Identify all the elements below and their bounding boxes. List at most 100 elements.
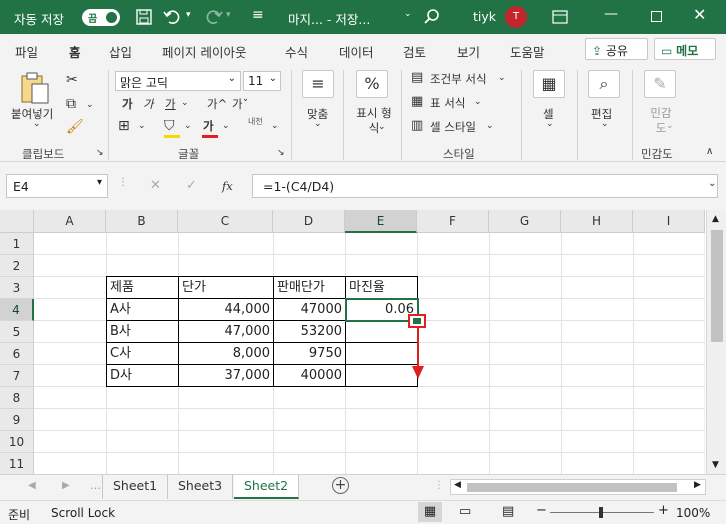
- phonetic-button[interactable]: 내천: [248, 116, 263, 127]
- align-dropdown-icon[interactable]: ⌄: [314, 119, 322, 129]
- resize-handle-icon[interactable]: ⋮: [118, 177, 128, 188]
- sensitivity-dropdown-icon[interactable]: ⌄: [666, 121, 674, 131]
- cancel-icon[interactable]: ✕: [150, 178, 161, 193]
- worksheet-grid[interactable]: A B C D E F G H I 1 2 3 4 5 6 7 8 9 10 1…: [0, 210, 726, 475]
- paste-dropdown-icon[interactable]: ⌄: [33, 119, 41, 129]
- font-launcher-icon[interactable]: ↘: [277, 148, 285, 158]
- title-dropdown-icon[interactable]: ⌄: [404, 9, 412, 19]
- border-dropdown-icon[interactable]: ⌄: [138, 121, 146, 131]
- conditional-format-button[interactable]: 조건부 서식: [430, 71, 487, 87]
- col-header-a[interactable]: A: [34, 210, 106, 233]
- horizontal-scrollbar[interactable]: ◀ ▶: [450, 479, 706, 495]
- zoom-slider-thumb[interactable]: [599, 507, 603, 518]
- find-icon[interactable]: ⌕: [588, 70, 620, 98]
- tab-insert[interactable]: 삽입: [109, 42, 132, 61]
- tab-view[interactable]: 보기: [457, 42, 480, 61]
- share-button[interactable]: ⇪ 공유: [585, 38, 648, 60]
- increase-font-button[interactable]: 가^: [207, 96, 227, 112]
- col-header-d[interactable]: D: [273, 210, 345, 233]
- bold-button[interactable]: 가: [122, 96, 133, 112]
- memo-button[interactable]: ▭ 메모: [654, 38, 716, 60]
- underline-button[interactable]: 가: [165, 96, 176, 112]
- cell-b7[interactable]: D사: [107, 365, 179, 387]
- chevron-down-icon[interactable]: ⌄: [474, 97, 482, 107]
- cell-c4[interactable]: 44,000: [179, 299, 274, 321]
- edit-dropdown-icon[interactable]: ⌄: [601, 119, 609, 129]
- collapse-ribbon-icon[interactable]: ∧: [706, 146, 713, 157]
- copy-dropdown-icon[interactable]: ⌄: [86, 100, 94, 110]
- normal-view-icon[interactable]: ▦: [418, 502, 442, 522]
- tab-data[interactable]: 데이터: [339, 42, 374, 61]
- cell-d4[interactable]: 47000: [274, 299, 346, 321]
- table-format-icon[interactable]: ▦: [411, 94, 423, 109]
- conditional-format-icon[interactable]: ▤: [411, 70, 423, 85]
- tab-home[interactable]: 홈: [68, 42, 82, 67]
- row-header-3[interactable]: 3: [0, 277, 34, 299]
- cell-style-icon[interactable]: ▥: [411, 118, 423, 133]
- redo-dropdown-icon[interactable]: ▾: [226, 10, 231, 20]
- sheet-tab-sheet2[interactable]: Sheet2: [234, 475, 300, 499]
- next-sheet-icon[interactable]: ▶: [62, 480, 70, 491]
- more-sheets-icon[interactable]: …: [90, 479, 101, 492]
- cells-dropdown-icon[interactable]: ⌄: [546, 119, 554, 129]
- sheet-tab-sheet3[interactable]: Sheet3: [168, 475, 234, 499]
- percent-icon[interactable]: %: [356, 70, 388, 98]
- sheet-tab-sheet1[interactable]: Sheet1: [102, 475, 169, 499]
- fill-handle-highlight[interactable]: [408, 314, 426, 328]
- italic-button[interactable]: 가: [143, 96, 154, 112]
- cell-c3[interactable]: 단가: [179, 277, 274, 299]
- cell-b5[interactable]: B사: [107, 321, 179, 343]
- row-header-11[interactable]: 11: [0, 453, 34, 475]
- fill-color-icon[interactable]: ⛉: [164, 118, 175, 134]
- chevron-down-icon[interactable]: ⌄: [486, 121, 494, 131]
- select-all-corner[interactable]: [0, 210, 34, 233]
- zoom-in-icon[interactable]: +: [658, 503, 669, 518]
- cells-icon[interactable]: ▦: [533, 70, 565, 98]
- save-icon[interactable]: [136, 9, 152, 25]
- fill-dropdown-icon[interactable]: ⌄: [184, 121, 192, 131]
- row-header-4[interactable]: 4: [0, 299, 34, 321]
- tab-file[interactable]: 파일: [15, 42, 38, 61]
- chevron-down-icon[interactable]: ⌄: [498, 73, 506, 83]
- row-header-2[interactable]: 2: [0, 255, 34, 277]
- font-size-select[interactable]: 11 ⌄: [243, 71, 281, 91]
- avatar[interactable]: T: [505, 6, 527, 28]
- tab-review[interactable]: 검토: [403, 42, 426, 61]
- col-header-i[interactable]: I: [633, 210, 705, 233]
- decrease-font-button[interactable]: 가ˇ: [232, 96, 248, 112]
- paste-icon[interactable]: [20, 72, 50, 104]
- redo-icon[interactable]: [203, 8, 223, 26]
- number-format-label[interactable]: 표시 형식: [352, 106, 396, 136]
- row-header-9[interactable]: 9: [0, 409, 34, 431]
- autosave-toggle[interactable]: 끔: [82, 9, 120, 26]
- col-header-h[interactable]: H: [561, 210, 633, 233]
- scroll-thumb[interactable]: [711, 230, 723, 342]
- scroll-right-icon[interactable]: ▶: [694, 480, 701, 490]
- minimize-icon[interactable]: —: [604, 6, 618, 22]
- undo-dropdown-icon[interactable]: ▾: [186, 10, 191, 20]
- cell-d7[interactable]: 40000: [274, 365, 346, 387]
- sensitivity-icon[interactable]: ✎: [644, 70, 676, 98]
- row-header-6[interactable]: 6: [0, 343, 34, 365]
- prev-sheet-icon[interactable]: ◀: [28, 480, 36, 491]
- cell-b4[interactable]: A사: [107, 299, 179, 321]
- close-icon[interactable]: ✕: [693, 5, 706, 24]
- table-format-button[interactable]: 표 서식: [430, 95, 465, 111]
- col-header-e[interactable]: E: [345, 210, 417, 233]
- cell-style-button[interactable]: 셀 스타일: [430, 119, 476, 135]
- enter-icon[interactable]: ✓: [186, 178, 197, 193]
- scroll-down-icon[interactable]: ▼: [712, 460, 719, 470]
- underline-dropdown-icon[interactable]: ⌄: [181, 98, 189, 108]
- format-painter-icon[interactable]: 🖌: [66, 119, 84, 135]
- name-box[interactable]: E4 ▾: [6, 174, 108, 198]
- customize-toolbar-icon[interactable]: ≡: [252, 7, 264, 23]
- number-dropdown-icon[interactable]: ⌄: [378, 122, 386, 132]
- row-header-10[interactable]: 10: [0, 431, 34, 453]
- zoom-level[interactable]: 100%: [676, 506, 710, 520]
- undo-icon[interactable]: [163, 8, 183, 26]
- copy-icon[interactable]: ⧉: [66, 96, 76, 112]
- col-header-c[interactable]: C: [178, 210, 273, 233]
- tab-formulas[interactable]: 수식: [285, 42, 308, 61]
- cell-b3[interactable]: 제품: [107, 277, 179, 299]
- cell-b6[interactable]: C사: [107, 343, 179, 365]
